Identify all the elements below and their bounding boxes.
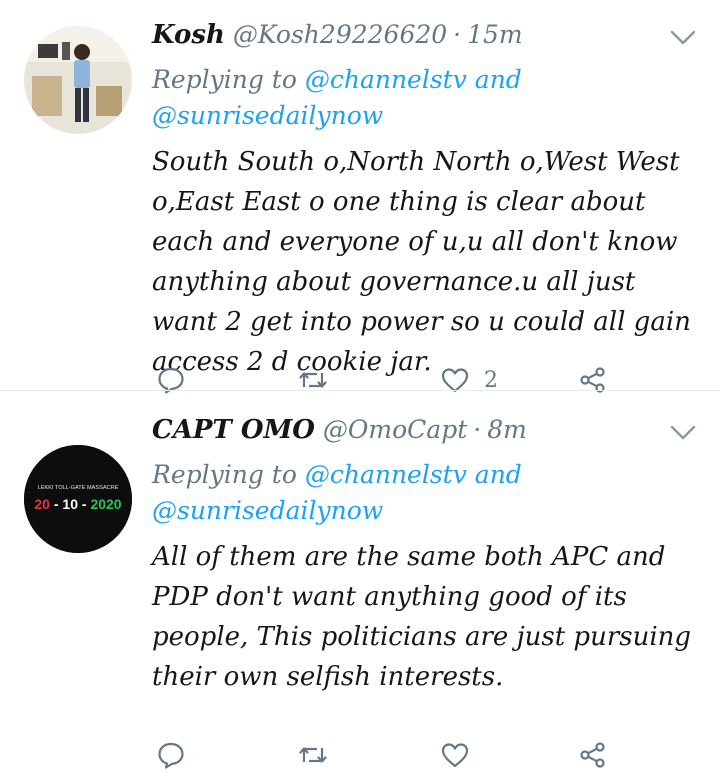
mention-link[interactable]: @sunrisedailynow	[152, 101, 383, 130]
display-name[interactable]: Kosh	[152, 20, 225, 50]
separator: ·	[453, 20, 462, 49]
separator: ·	[473, 415, 482, 444]
display-name[interactable]: CAPT OMO	[152, 415, 315, 445]
share-icon	[580, 742, 605, 768]
user-handle[interactable]: @OmoCapt	[323, 415, 467, 444]
mention-link[interactable]: @channelstv	[305, 460, 467, 489]
replying-to: Replying to @channelstv and @sunrisedail…	[152, 457, 696, 529]
like-icon	[441, 743, 469, 768]
mention-link[interactable]: @channelstv	[305, 65, 467, 94]
chevron-down-icon[interactable]	[668, 417, 698, 447]
and-link[interactable]: and	[475, 460, 522, 489]
reply-button[interactable]	[156, 735, 186, 775]
and-link[interactable]: and	[475, 65, 522, 94]
svg-text:20 - 10 - 2020: 20 - 10 - 2020	[34, 496, 121, 512]
avatar-caption: LEKKI TOLL-GATE MASSACRE	[38, 485, 119, 491]
replying-to: Replying to @channelstv and @sunrisedail…	[152, 62, 696, 134]
avatar[interactable]	[24, 26, 132, 134]
timestamp[interactable]: 8m	[487, 415, 527, 444]
replying-prefix: Replying to	[152, 460, 297, 489]
chevron-down-icon[interactable]	[668, 22, 698, 52]
like-button[interactable]	[440, 735, 484, 775]
like-count: 2	[484, 367, 498, 393]
retweet-icon	[299, 747, 327, 763]
mention-link[interactable]: @sunrisedailynow	[152, 496, 383, 525]
share-button[interactable]	[578, 735, 608, 775]
avatar[interactable]: LEKKI TOLL-GATE MASSACRE 20 - 10 - 2020	[24, 445, 132, 553]
tweet-actions	[152, 735, 696, 775]
user-handle[interactable]: @Kosh29226620	[233, 20, 447, 49]
tweet-text: All of them are the same both APC and PD…	[152, 542, 692, 692]
replying-prefix: Replying to	[152, 65, 297, 94]
tweet[interactable]: Kosh @Kosh29226620 · 15m Replying to @ch…	[0, 0, 720, 394]
retweet-button[interactable]	[298, 735, 328, 775]
tweet-header: CAPT OMO @OmoCapt · 8m	[152, 415, 696, 457]
reply-icon	[158, 742, 184, 769]
tweet[interactable]: LEKKI TOLL-GATE MASSACRE 20 - 10 - 2020 …	[0, 390, 720, 780]
tweet-header: Kosh @Kosh29226620 · 15m	[152, 20, 696, 62]
timestamp[interactable]: 15m	[467, 20, 523, 49]
tweet-text: South South o,North North o,West West o,…	[152, 147, 691, 377]
